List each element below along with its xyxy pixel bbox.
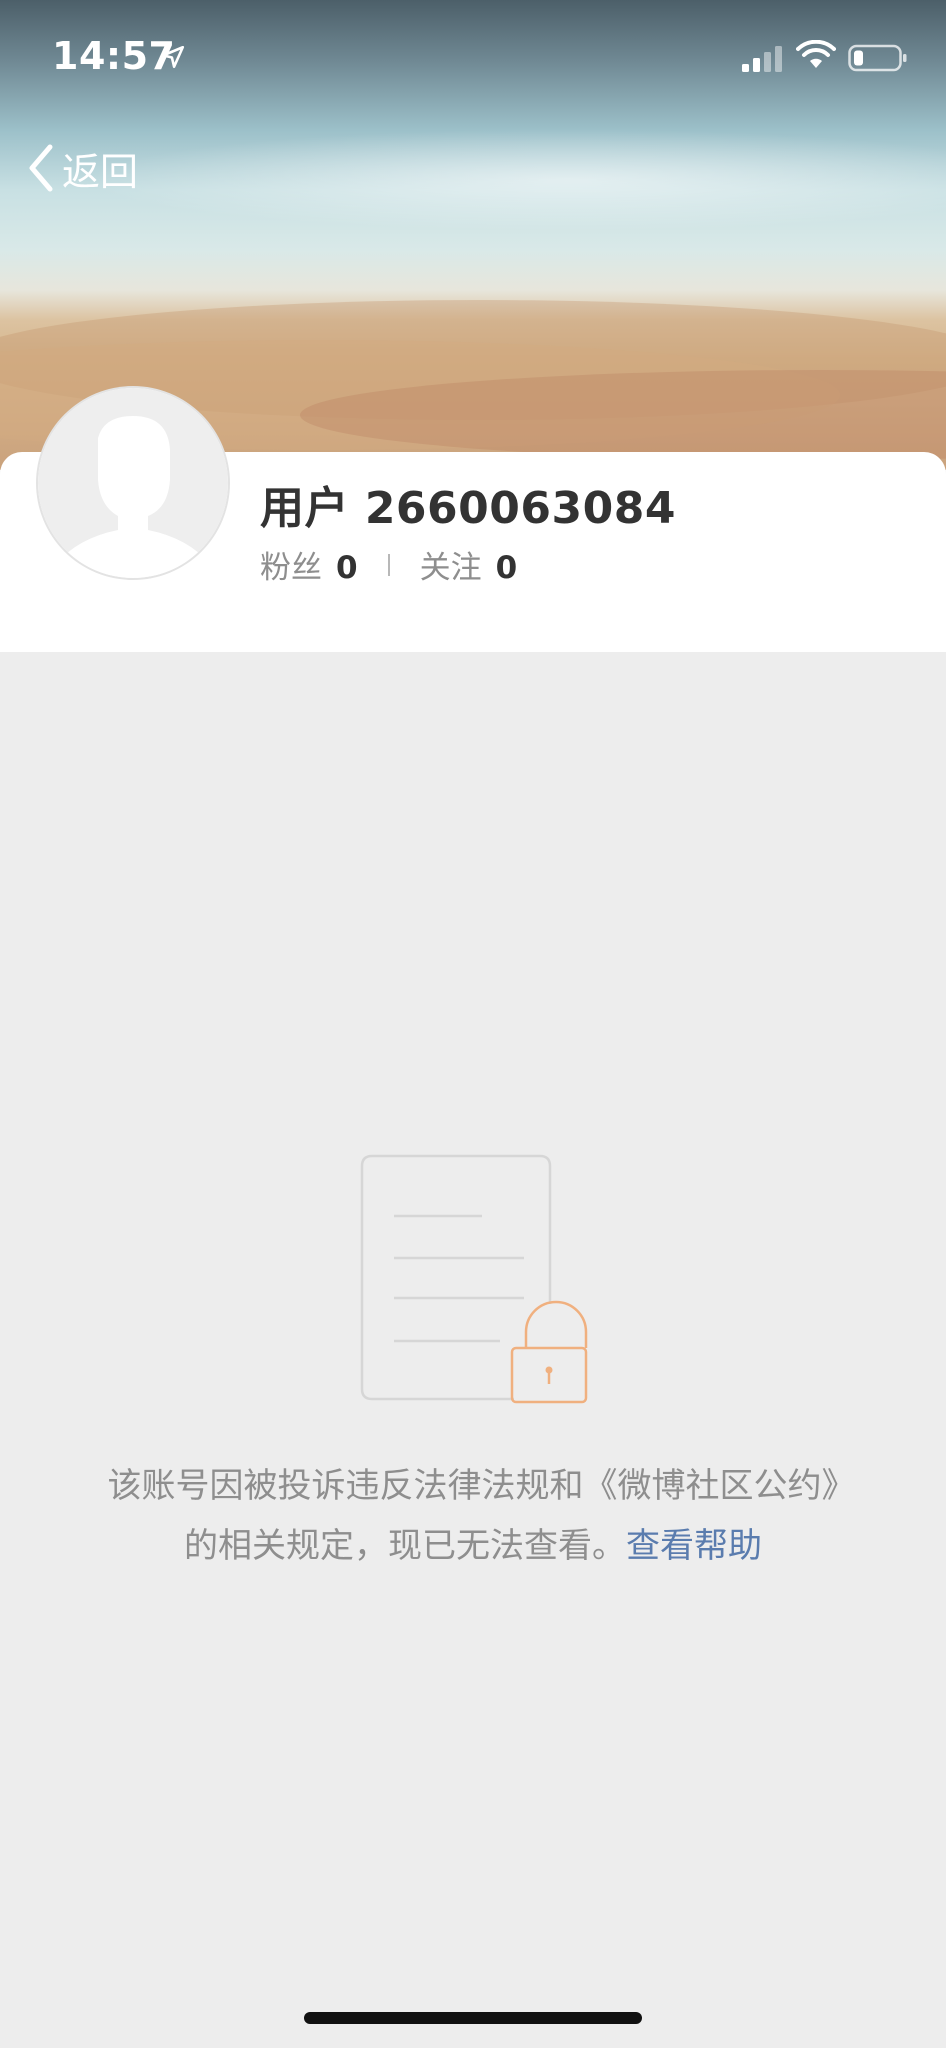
following-count: 0 [495,550,518,586]
back-button[interactable]: 返回 [26,138,138,198]
default-avatar-icon[interactable] [38,388,228,578]
location-arrow-icon [161,45,185,69]
view-help-link[interactable]: 查看帮助 [626,1526,762,1566]
home-indicator[interactable] [304,2012,642,2024]
followers-count: 0 [336,550,358,586]
wifi-icon [796,40,836,68]
following-label: 关注 [419,550,482,586]
profile-username: 用户 2660063084 [260,483,676,534]
chevron-left-icon [29,144,53,192]
locked-document-icon [360,1154,588,1404]
profile-stats: 粉丝 0 关注 0 [260,542,517,587]
followers-label: 粉丝 [260,550,322,586]
status-time: 14:57 [52,34,176,78]
followers-link[interactable]: 粉丝 0 [260,542,358,587]
stats-divider [387,553,390,576]
status-bar: 14:57 [0,0,946,120]
account-suspended-notice: 该账号因被投诉违反法律法规和《微博社区公约》的相关规定，现已无法查看。查看帮助 [100,1456,846,1576]
following-link[interactable]: 关注 0 [420,542,518,587]
battery-low-icon [848,44,907,72]
cellular-signal-icon [742,46,782,72]
cover-sea-highlight [0,120,946,240]
back-button-label: 返回 [62,149,139,194]
avatar-silhouette [38,388,228,578]
